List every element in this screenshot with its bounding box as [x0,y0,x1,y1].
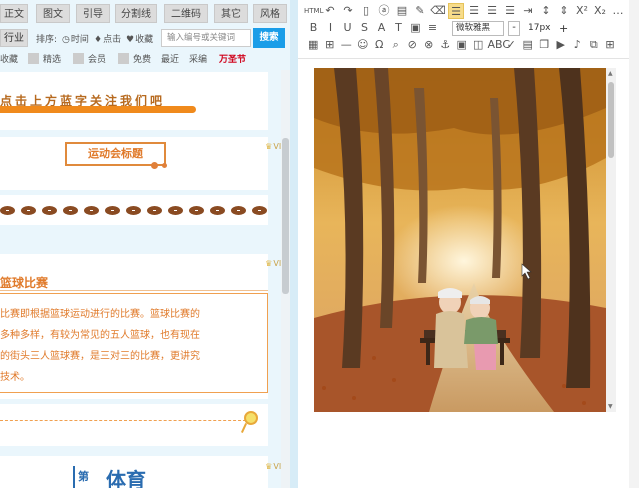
autumn-couple-image[interactable] [314,68,606,412]
more-icon[interactable]: … [610,3,626,19]
subscript-icon[interactable]: X₂ [592,3,608,19]
editor-page-scrollbar[interactable] [629,0,639,488]
banner-underline [0,106,196,113]
scrollbar-thumb[interactable] [282,138,289,294]
document-scrollbar[interactable]: ▲ ▼ [606,68,616,412]
tab-guide[interactable]: 引导 [76,4,110,23]
football-icon [126,206,141,215]
football-icon [105,206,120,215]
category-filter-row: 收藏 精选 会员 免费 最近 采编 万圣节 [0,52,290,68]
align-left-icon[interactable]: ☰ [448,3,464,19]
toolbar-row-1: HTML ↶ ↷ ▯ ⓐ ▤ ✎ ⌫ ☰ ☰ ☰ ☰ ⇥ ↕ ⇕ X² X₂… [298,3,639,21]
football-icon [189,206,204,215]
template-category-tabs: 正文 图文 引导 分割线 二维码 其它 风格 [0,4,290,24]
clear-format-icon[interactable]: ⌫ [430,3,446,19]
tab-body-text[interactable]: 正文 [0,4,28,23]
crown-icon: ♛ [265,259,273,268]
template-list-scrollbar[interactable] [281,70,290,488]
para-spacing-icon[interactable]: ⇕ [556,3,572,19]
html-icon[interactable]: HTML [304,3,323,19]
tab-image-text[interactable]: 图文 [36,4,70,23]
filter-featured[interactable]: 精选 [28,52,61,68]
format-brush-icon[interactable]: ✎ [412,3,428,19]
italic-icon[interactable]: I [323,20,338,36]
underline-icon[interactable]: U [340,20,355,36]
filter-recent[interactable]: 最近 [161,52,179,68]
new-doc-icon[interactable]: ▯ [358,3,374,19]
sort-by-clicks[interactable]: ♦点击 [94,32,121,45]
sports-title-box: 运动会标题 [65,142,167,169]
strikethrough-icon[interactable]: S [357,20,372,36]
filter-collected[interactable]: 采编 [189,52,207,68]
football-icon [63,206,78,215]
tab-style[interactable]: 风格 [253,4,287,23]
football-divider [0,203,268,217]
align-justify-icon[interactable]: ☰ [502,3,518,19]
sort-by-time[interactable]: ◷时间 [62,32,89,45]
toolbar-row-4: ⊞ [298,37,639,55]
checkbox[interactable] [73,53,84,64]
tab-qrcode[interactable]: 二维码 [164,4,208,23]
filter-favorites[interactable]: 收藏 [0,52,18,68]
checkbox[interactable] [118,53,129,64]
align-right-icon[interactable]: ☰ [484,3,500,19]
sport-title: 体育 [106,468,146,488]
image-icon[interactable]: ▣ [408,20,423,36]
scrollbar-thumb[interactable] [608,82,614,158]
align-center-icon[interactable]: ☰ [466,3,482,19]
industry-filter-button[interactable]: 行业 [0,29,28,47]
dashed-divider-line [0,420,246,421]
redo-icon[interactable]: ↷ [340,3,356,19]
indent-icon[interactable]: ⇥ [520,3,536,19]
football-icon [210,206,225,215]
undo-icon[interactable]: ↶ [322,3,338,19]
autumn-forest-picture [314,68,606,412]
football-icon [42,206,57,215]
basketball-title: 篮球比赛 [0,276,49,290]
background-color-icon[interactable]: T [391,20,406,36]
crown-icon: ♛ [265,142,273,151]
font-size-decrease[interactable]: - [508,21,520,36]
football-icon [0,206,15,215]
football-icon [21,206,36,215]
font-color-icon[interactable]: A [374,20,389,36]
football-icon [252,206,267,215]
sort-label: 排序: [36,35,58,45]
scroll-up-icon[interactable]: ▲ [608,70,613,77]
font-size-increase[interactable]: + [559,21,568,36]
template-search-input[interactable]: 输入编号或关键词 [161,29,251,47]
template-library-panel: 正文 图文 引导 分割线 二维码 其它 风格 行业 排序: ◷时间 ♦点击 ♥收… [0,0,290,488]
basketball-paragraph: 比赛即根据篮球运动进行的比赛。篮球比赛的 多种多样，有较为常见的五人篮球，也有现… [0,309,200,383]
rich-text-editor: HTML ↶ ↷ ▯ ⓐ ▤ ✎ ⌫ ☰ ☰ ☰ ☰ ⇥ ↕ ⇕ X² X₂… B I U S A T ▣ ≡ 微软雅黑 - … [298,0,639,488]
checkbox[interactable] [28,53,39,64]
football-icon [168,206,183,215]
filter-free[interactable]: 免费 [118,52,151,68]
template-card-dashed-divider[interactable] [0,404,268,446]
grid-icon[interactable]: ⊞ [603,37,617,53]
football-icon [147,206,162,215]
filter-halloween[interactable]: 万圣节 [219,52,246,68]
clock-icon: ◷ [62,35,70,45]
crown-icon: ♛ [265,462,273,471]
heart-icon: ♥ [126,35,135,45]
football-icon [231,206,246,215]
clipboard-icon[interactable]: ▤ [394,3,410,19]
tab-divider[interactable]: 分割线 [115,4,157,23]
filter-member[interactable]: 会员 [73,52,106,68]
superscript-icon[interactable]: X² [574,3,590,19]
line-height-icon[interactable]: ↕ [538,3,554,19]
font-family-select[interactable]: 微软雅黑 [452,21,504,36]
sport-number: 第 [78,470,89,483]
scroll-down-icon[interactable]: ▼ [608,403,613,410]
copy-format-icon[interactable]: ⓐ [376,3,392,19]
bold-icon[interactable]: B [306,20,321,36]
tab-other[interactable]: 其它 [214,4,248,23]
football-icon [84,206,99,215]
sort-by-favorites[interactable]: ♥收藏 [126,32,153,45]
search-button[interactable]: 搜索 [253,28,285,48]
font-size-value[interactable]: 17px [528,21,551,36]
list-icon[interactable]: ≡ [425,20,440,36]
filter-bar: 行业 排序: ◷时间 ♦点击 ♥收藏 输入编号或关键词 搜索 [0,28,290,48]
thumb-icon: ♦ [94,35,103,45]
